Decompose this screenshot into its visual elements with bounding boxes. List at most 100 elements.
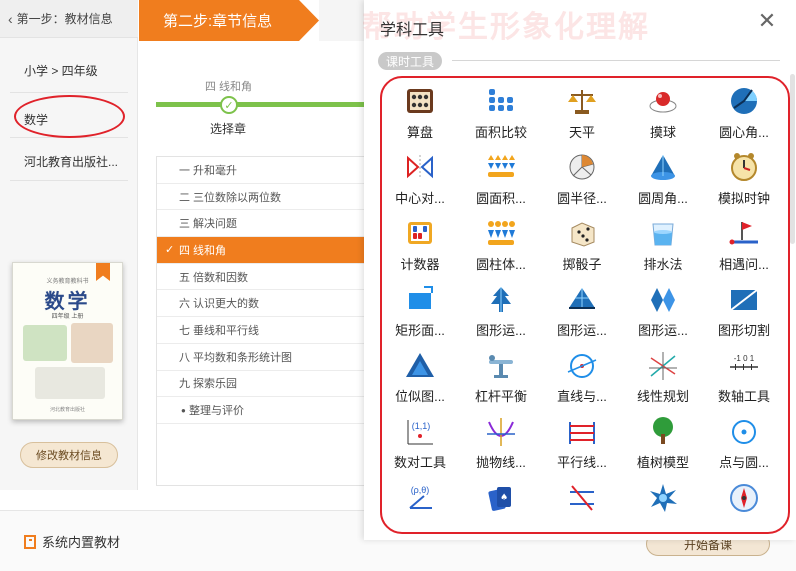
book-title: 数学 (44, 291, 91, 313)
chapter-item[interactable]: 六 认识更大的数 (157, 290, 366, 318)
tool-item[interactable]: 圆半径... (542, 146, 622, 208)
tool-item[interactable]: 圆面积... (461, 146, 541, 208)
tool-label: 圆周角... (638, 191, 688, 206)
step1-label: 第一步：教材信息 (16, 12, 113, 26)
chapter-item[interactable]: 八 平均数和条形统计图 (157, 344, 366, 371)
tool-label: 计数器 (400, 257, 440, 272)
publisher-item[interactable]: 河北教育出版社... (24, 153, 118, 170)
lesson-tools-tab[interactable]: 课时工具 (378, 52, 443, 70)
chapter-item[interactable]: ● 整理与评价 (157, 397, 366, 424)
tool-item[interactable]: 掷骰子 (542, 212, 622, 274)
numline-text: -1 0 1 (734, 354, 755, 363)
lever-icon (485, 350, 517, 380)
tool-label: 圆柱体... (476, 257, 526, 272)
star-burst-icon (647, 482, 679, 512)
svg-text:♠: ♠ (500, 493, 508, 503)
tool-label: 植树模型 (636, 455, 689, 470)
close-icon[interactable]: ✕ (756, 10, 778, 32)
tool-item[interactable]: 图形运... (542, 278, 622, 340)
tool-item[interactable]: 杠杆平衡 (461, 344, 541, 406)
divider (10, 180, 128, 181)
step1-back-button[interactable]: ‹ 第一步：教材信息 (0, 0, 138, 38)
tool-item[interactable]: 植树模型 (623, 410, 703, 472)
tool-item[interactable]: 圆心角... (704, 80, 784, 142)
tool-item[interactable]: 圆周角... (623, 146, 703, 208)
chapter-label: 整理与评价 (189, 405, 244, 418)
tool-item[interactable]: 排水法 (623, 212, 703, 274)
panel-title: 学科工具 (380, 22, 445, 39)
tool-item[interactable]: 面积比较 (461, 80, 541, 142)
tool-item[interactable] (542, 476, 622, 530)
scrollbar[interactable] (790, 74, 795, 244)
tool-item[interactable]: 位似图... (380, 344, 460, 406)
tool-item[interactable]: 中心对... (380, 146, 460, 208)
chapter-label: 九 探索乐园 (179, 378, 238, 391)
tool-label: 线性规划 (636, 389, 689, 404)
tool-label: 图形切割 (717, 323, 770, 338)
tool-item[interactable]: 摸球 (623, 80, 703, 142)
tool-label: 抛物线... (476, 455, 526, 470)
tool-item[interactable]: 图形切割 (704, 278, 784, 340)
divider (10, 92, 128, 93)
tool-item[interactable]: 圆柱体... (461, 212, 541, 274)
divider (452, 60, 780, 61)
chapter-item[interactable]: 七 垂线和平行线 (157, 317, 366, 344)
tool-label: 面积比较 (474, 125, 527, 140)
modify-textbook-button[interactable]: 修改教材信息 (20, 442, 118, 468)
chapter-item[interactable]: 二 三位数除以两位数 (157, 184, 366, 211)
diamond-move-icon (647, 284, 679, 314)
step2-tab[interactable]: 第二步:章节信息 (139, 0, 319, 41)
grade-breadcrumb[interactable]: 小学 > 四年级 (24, 62, 98, 79)
chapter-list: 一 升和毫升二 三位数除以两位数三 解决问题四 线和角五 倍数和因数六 认识更大… (156, 156, 366, 486)
symmetry-icon (404, 152, 436, 182)
chapter-item[interactable]: 五 倍数和因数 (157, 264, 366, 291)
chapter-label: 五 倍数和因数 (179, 271, 249, 284)
tool-item[interactable]: ♠ (461, 476, 541, 530)
tool-label: 算盘 (406, 125, 433, 140)
tool-item[interactable]: 算盘 (380, 80, 460, 142)
tool-item[interactable]: -1 0 1 数轴工具 (704, 344, 784, 406)
tool-item[interactable] (704, 476, 784, 530)
tool-item[interactable]: 模拟时钟 (704, 146, 784, 208)
tool-label: 数对工具 (393, 455, 446, 470)
tool-item[interactable]: 计数器 (380, 212, 460, 274)
crossing-lines-icon (566, 482, 598, 512)
tool-item[interactable]: 天平 (542, 80, 622, 142)
triangle-move-icon (566, 284, 598, 314)
tool-label: 中心对... (395, 191, 445, 206)
chapter-item[interactable]: 三 解决问题 (157, 210, 366, 238)
tree-shape-icon (485, 284, 517, 314)
tool-item[interactable]: 抛物线... (461, 410, 541, 472)
tool-item[interactable]: (1,1) 数对工具 (380, 410, 460, 472)
builtin-textbook-link[interactable]: 系统内置教材 (24, 532, 120, 551)
tool-item[interactable]: 点与圆... (704, 410, 784, 472)
tool-item[interactable] (623, 476, 703, 530)
compass-icon (728, 482, 760, 512)
chapter-label: 八 平均数和条形统计图 (179, 351, 293, 364)
tool-label: 排水法 (643, 257, 683, 272)
tool-item[interactable]: 图形运... (461, 278, 541, 340)
shape-cut-icon (728, 284, 760, 314)
tool-label: 平行线... (557, 455, 607, 470)
tool-label: 摸球 (649, 125, 676, 140)
dice-icon (566, 218, 598, 248)
chapter-item[interactable]: 九 探索乐园 (157, 371, 366, 398)
tool-label: 点与圆... (719, 455, 769, 470)
tool-label: 图形运... (557, 323, 607, 338)
tool-item[interactable]: (ρ,θ) (380, 476, 460, 530)
tool-item[interactable]: 相遇问... (704, 212, 784, 274)
chapter-label: 六 认识更大的数 (179, 298, 260, 311)
tool-item[interactable]: 矩形面... (380, 278, 460, 340)
tool-label: 图形运... (638, 323, 688, 338)
chapter-label: 二 三位数除以两位数 (179, 191, 282, 204)
abacus-icon (404, 86, 436, 116)
cylinder-icon (485, 218, 517, 248)
tool-item[interactable]: 线性规划 (623, 344, 703, 406)
counter-icon (404, 218, 436, 248)
tool-item[interactable]: 平行线... (542, 410, 622, 472)
chapter-item[interactable]: 一 升和毫升 (157, 157, 366, 184)
tool-item[interactable]: 图形运... (623, 278, 703, 340)
chapter-item[interactable]: 四 线和角 (157, 237, 366, 264)
circle-sector-icon (728, 86, 760, 116)
tool-item[interactable]: 直线与... (542, 344, 622, 406)
